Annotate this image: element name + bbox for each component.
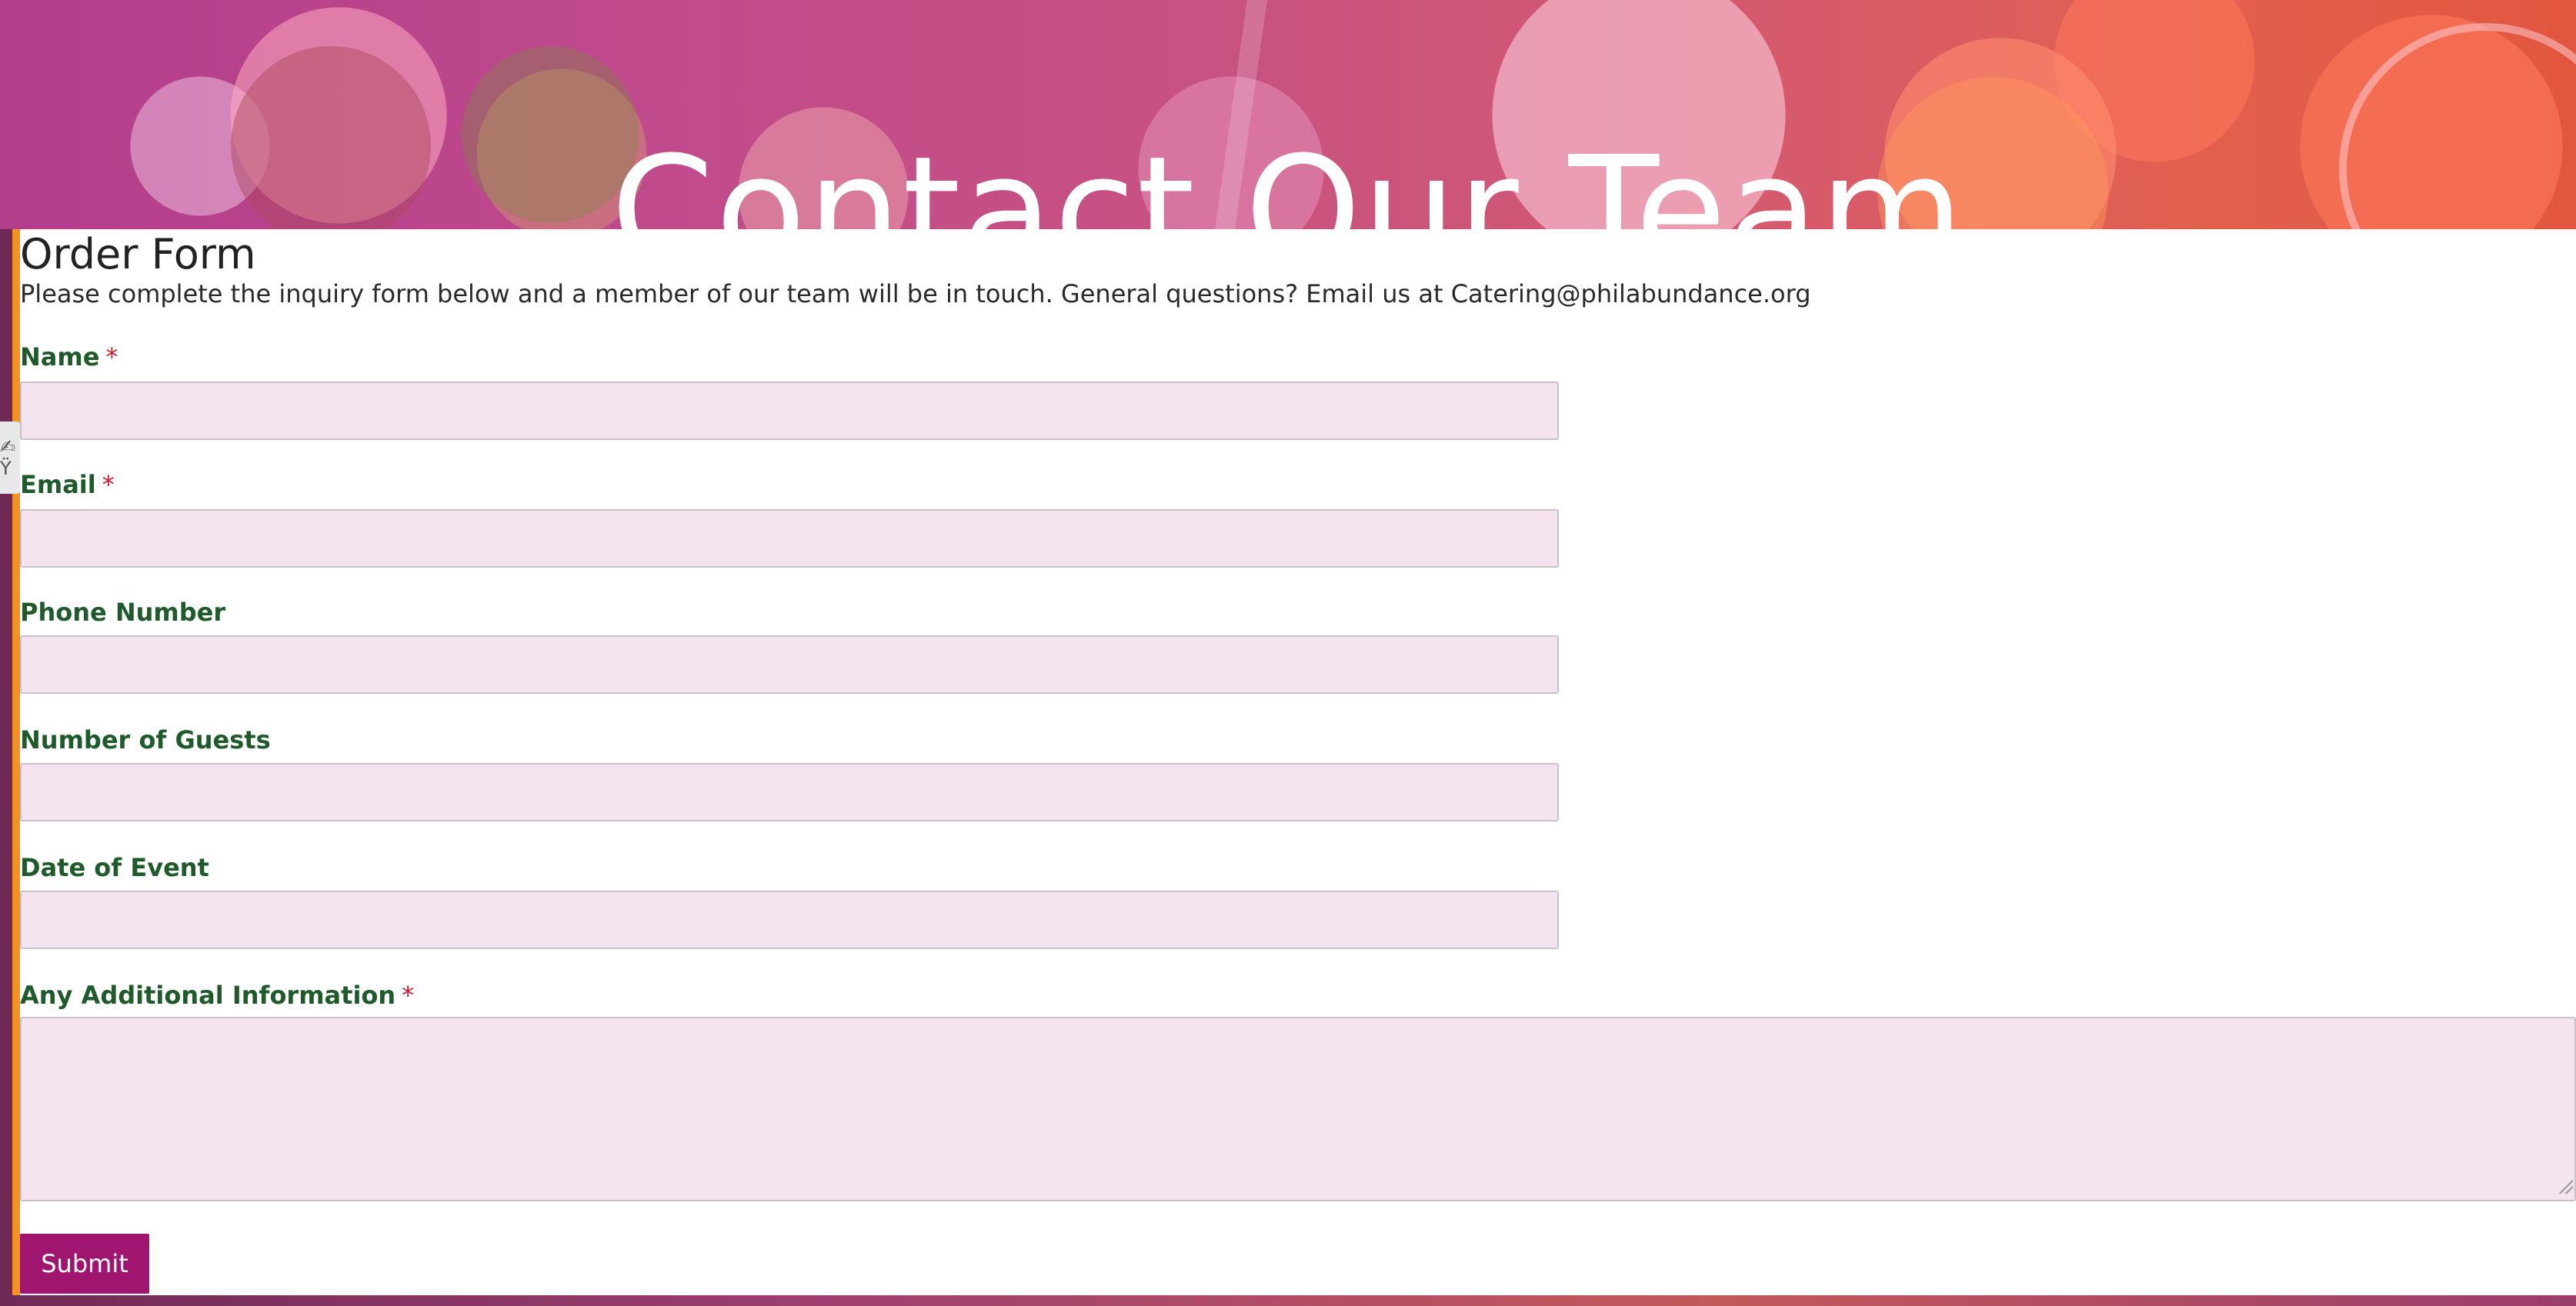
left-background-strip — [0, 229, 12, 1306]
bottom-background-strip — [0, 1295, 2576, 1306]
date-input[interactable] — [20, 891, 1559, 949]
date-label: Date of Event — [20, 852, 209, 883]
textarea-resize-handle[interactable] — [2559, 1180, 2573, 1194]
order-form-panel: Order Form Please complete the inquiry f… — [20, 229, 2576, 1295]
date-label-text: Date of Event — [20, 853, 209, 882]
accent-bar — [12, 229, 20, 1295]
required-marker: * — [402, 981, 415, 1010]
phone-label: Phone Number — [20, 597, 225, 628]
additional-info-textarea[interactable] — [20, 1017, 2576, 1201]
form-description: Please complete the inquiry form below a… — [20, 279, 1811, 308]
submit-button[interactable]: Submit — [20, 1234, 149, 1294]
guests-input[interactable] — [20, 763, 1559, 821]
email-input[interactable] — [20, 509, 1559, 568]
form-title: Order Form — [20, 230, 256, 278]
email-label-text: Email — [20, 470, 96, 499]
page-title: Contact Our Team — [610, 125, 1966, 229]
hero-banner: Contact Our Team — [0, 0, 2576, 229]
name-label: Name * — [20, 341, 118, 372]
accessibility-icon: ✍Ÿ — [0, 436, 16, 479]
guests-label-text: Number of Guests — [20, 725, 271, 755]
name-label-text: Name — [20, 342, 100, 371]
accessibility-tab[interactable]: ✍Ÿ — [0, 421, 20, 494]
name-input[interactable] — [20, 381, 1559, 440]
phone-label-text: Phone Number — [20, 598, 226, 627]
additional-info-label-text: Any Additional Information — [20, 981, 396, 1010]
additional-info-label: Any Additional Information * — [20, 980, 414, 1011]
required-marker: * — [102, 470, 115, 499]
email-label: Email * — [20, 469, 115, 500]
phone-input[interactable] — [20, 635, 1559, 694]
guests-label: Number of Guests — [20, 725, 271, 755]
required-marker: * — [105, 342, 118, 371]
